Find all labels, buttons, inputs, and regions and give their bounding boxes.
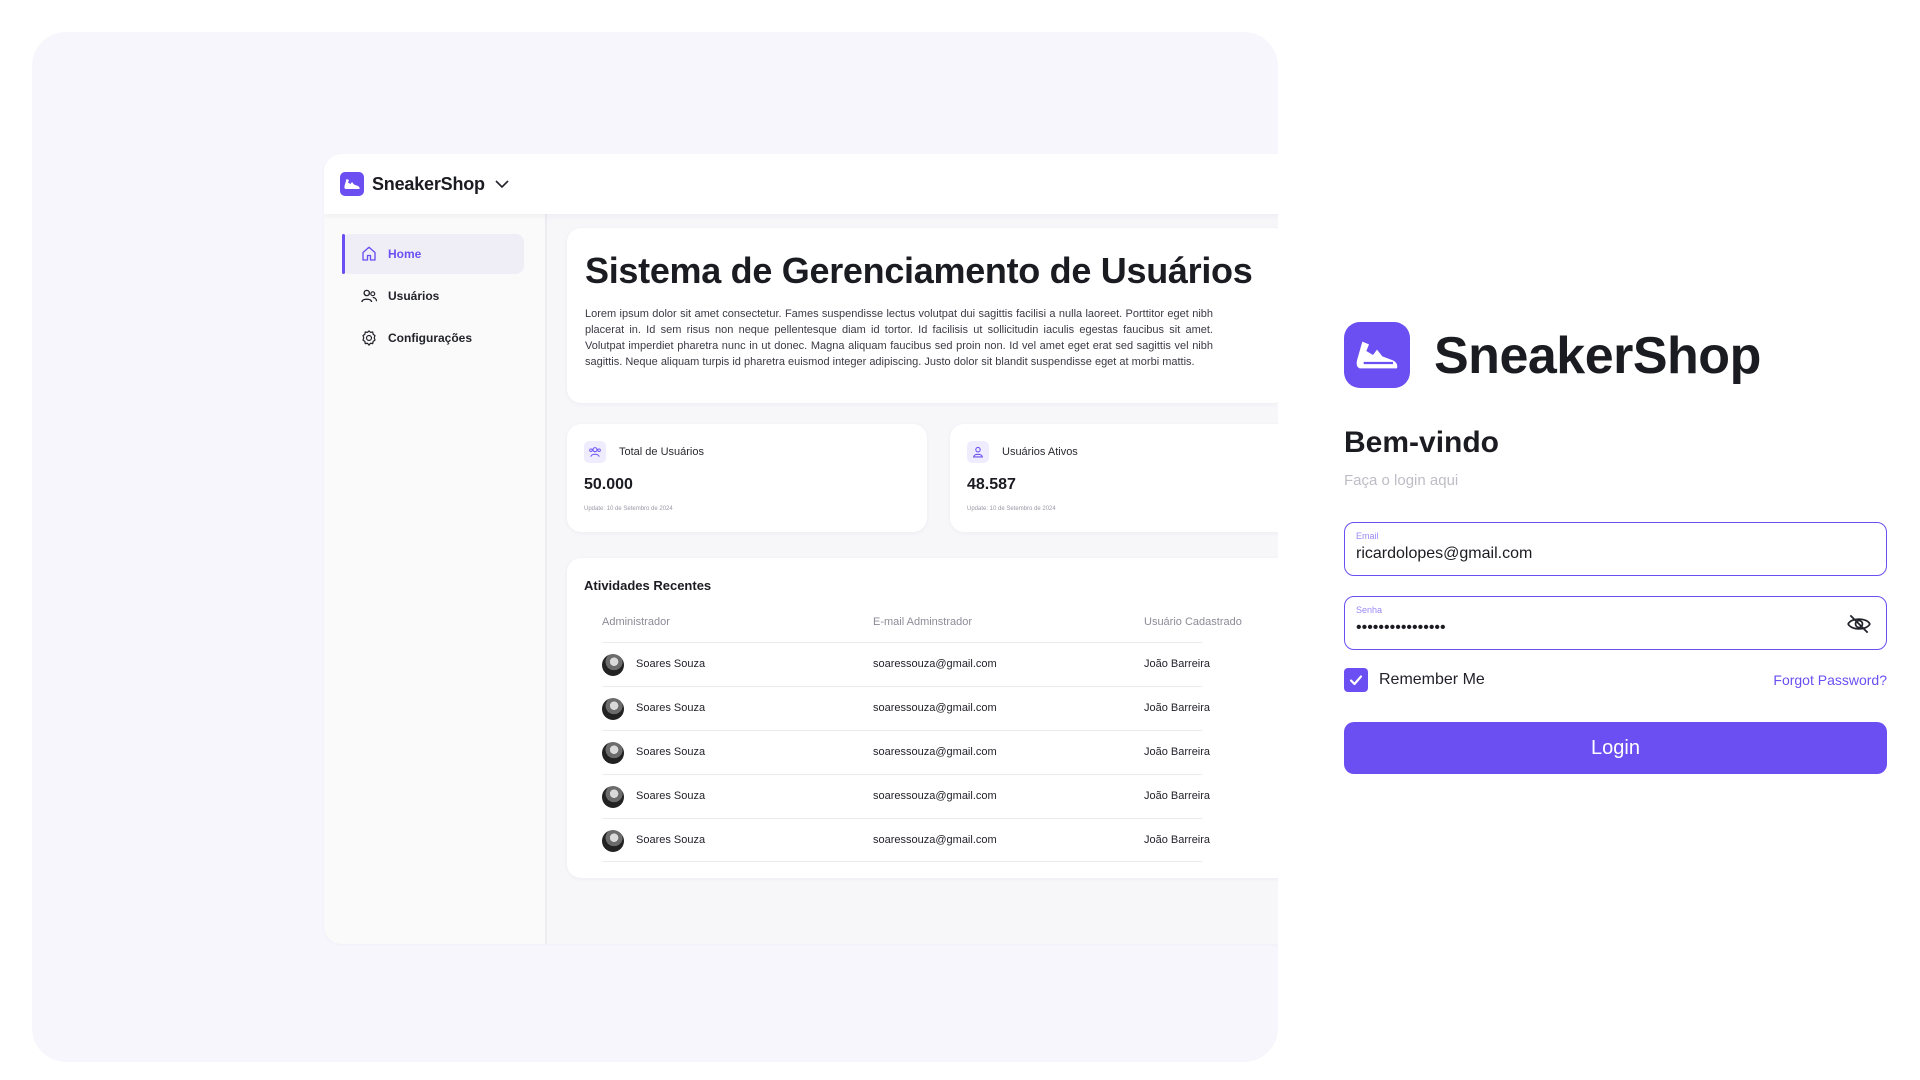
sidebar-item-home[interactable]: Home — [342, 234, 524, 274]
sidebar-item-label: Configurações — [388, 331, 473, 345]
avatar — [602, 654, 624, 676]
password-input[interactable] — [1356, 619, 1796, 637]
login-button[interactable]: Login — [1344, 722, 1887, 774]
avatar — [602, 786, 624, 808]
top-bar: SneakerShop — [324, 154, 1278, 214]
admin-email: soaressouza@gmail.com — [873, 658, 997, 670]
home-icon — [362, 246, 376, 261]
table-row[interactable]: Soares Souza soaressouza@gmail.com João … — [602, 774, 1210, 818]
stat-value: 48.587 — [967, 476, 1016, 493]
stat-card-total-usuarios: Total de Usuários 50.000 Update: 10 de S… — [567, 424, 927, 532]
hero-card: Sistema de Gerenciamento de Usuários Lor… — [567, 228, 1278, 403]
admin-email: soaressouza@gmail.com — [873, 702, 997, 714]
registered-user: João Barreira — [1144, 658, 1211, 670]
recent-activity-card: Atividades Recentes Administrador E-mail… — [567, 558, 1278, 878]
users-icon — [361, 289, 378, 303]
password-field[interactable]: Senha — [1344, 596, 1887, 650]
sneaker-logo-icon — [1344, 322, 1410, 388]
registered-user: João Barreira — [1144, 834, 1211, 846]
table-row[interactable]: Soares Souza soaressouza@gmail.com João … — [602, 818, 1210, 862]
table-row[interactable]: Soares Souza soaressouza@gmail.com João … — [602, 642, 1210, 686]
hero-description: Lorem ipsum dolor sit amet consectetur. … — [585, 308, 1213, 368]
avatar — [602, 742, 624, 764]
registered-user: João Barreira — [1144, 746, 1211, 758]
app-window: SneakerShop Home Usuários Configurações … — [324, 154, 1278, 944]
table-row[interactable]: Soares Souza soaressouza@gmail.com João … — [602, 730, 1210, 774]
admin-name: Soares Souza — [636, 790, 706, 802]
sidebar-item-label: Home — [388, 247, 422, 261]
section-title: Atividades Recentes — [584, 578, 712, 593]
sneaker-logo-icon[interactable] — [340, 172, 364, 196]
stat-updated: Update: 10 de Setembro de 2024 — [967, 506, 1056, 512]
forgot-password-link[interactable]: Forgot Password? — [1773, 672, 1887, 688]
column-header-user: Usuário Cadastrado — [1144, 616, 1242, 628]
login-title: Bem-vindo — [1344, 426, 1500, 459]
chevron-down-icon[interactable] — [495, 180, 509, 188]
sidebar-item-usuarios[interactable]: Usuários — [342, 276, 524, 316]
sidebar-item-configuracoes[interactable]: Configurações — [342, 318, 524, 358]
login-subtitle: Faça o login aqui — [1344, 472, 1459, 489]
admin-email: soaressouza@gmail.com — [873, 746, 997, 758]
avatar — [602, 830, 624, 852]
stat-card-usuarios-ativos: Usuários Ativos 48.587 Update: 10 de Set… — [950, 424, 1278, 532]
dashboard-preview-panel: SneakerShop Home Usuários Configurações … — [32, 32, 1278, 1062]
password-label: Senha — [1356, 605, 1383, 615]
email-field[interactable]: Email — [1344, 522, 1887, 576]
registered-user: João Barreira — [1144, 790, 1211, 802]
users-icon — [584, 441, 606, 463]
admin-name: Soares Souza — [636, 702, 706, 714]
sidebar-item-label: Usuários — [388, 289, 440, 303]
stat-value: 50.000 — [584, 476, 633, 493]
login-brand-name: SneakerShop — [1434, 327, 1761, 385]
avatar — [602, 698, 624, 720]
gear-icon — [362, 330, 376, 346]
remember-me-label[interactable]: Remember Me — [1379, 671, 1485, 689]
email-label: Email — [1356, 531, 1379, 541]
email-input[interactable] — [1356, 545, 1796, 563]
page-title: Sistema de Gerenciamento de Usuários — [585, 250, 1253, 291]
column-header-email: E-mail Adminstrador — [873, 616, 973, 628]
user-icon — [967, 441, 989, 463]
column-header-admin: Administrador — [602, 616, 670, 628]
eye-off-icon[interactable] — [1846, 611, 1872, 641]
brand-name[interactable]: SneakerShop — [372, 174, 485, 195]
sidebar: Home Usuários Configurações — [324, 214, 547, 944]
admin-email: soaressouza@gmail.com — [873, 834, 997, 846]
stat-label: Usuários Ativos — [1002, 446, 1078, 458]
registered-user: João Barreira — [1144, 702, 1211, 714]
stat-label: Total de Usuários — [619, 446, 704, 458]
admin-name: Soares Souza — [636, 658, 706, 670]
admin-email: soaressouza@gmail.com — [873, 790, 997, 802]
admin-name: Soares Souza — [636, 834, 706, 846]
remember-me-checkbox[interactable] — [1344, 668, 1368, 692]
admin-name: Soares Souza — [636, 746, 706, 758]
main-content: Sistema de Gerenciamento de Usuários Lor… — [547, 214, 1278, 944]
table-row[interactable]: Soares Souza soaressouza@gmail.com João … — [602, 686, 1210, 730]
stat-updated: Update: 10 de Setembro de 2024 — [584, 506, 673, 512]
